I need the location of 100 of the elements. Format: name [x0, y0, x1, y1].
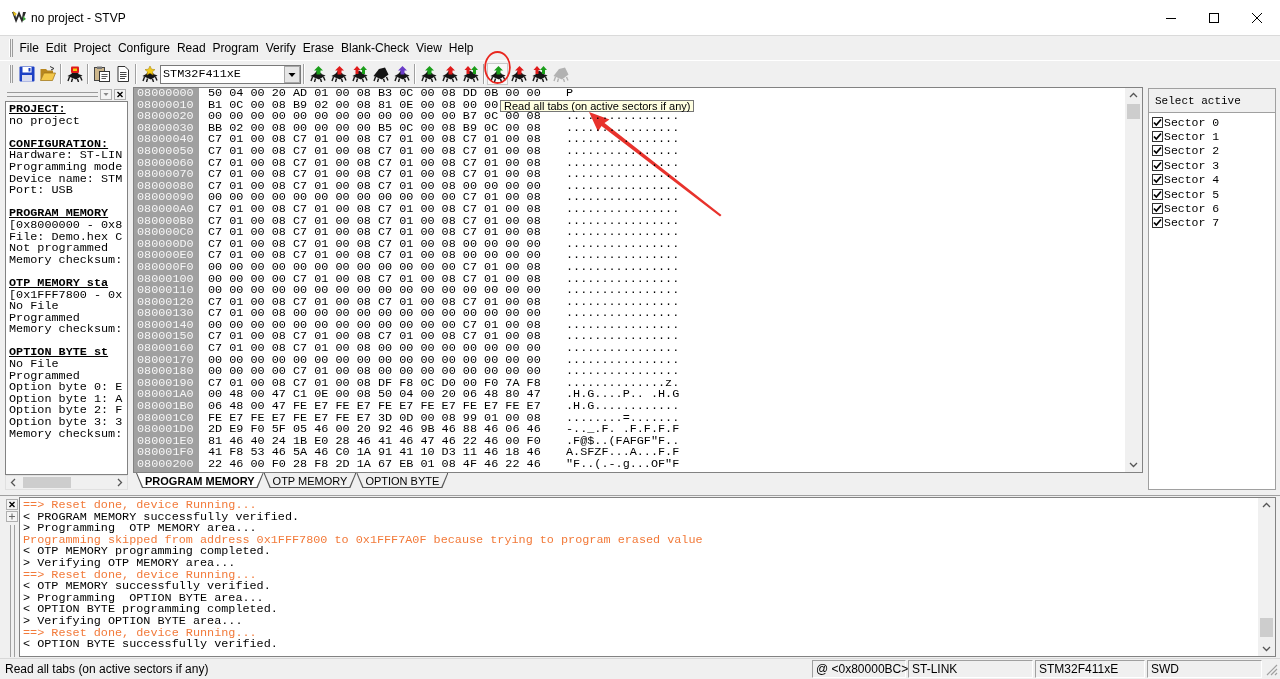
info-line: no project — [9, 115, 81, 128]
memory-address: 080000B0 — [137, 215, 194, 228]
hex-bytes: C7 01 00 08 C7 01 00 08 C7 01 00 08 C7 01 00 08 — [208, 145, 541, 158]
toolbar-button[interactable] — [508, 63, 529, 85]
memory-address: 08000060 — [137, 157, 194, 170]
scroll-thumb[interactable] — [1260, 618, 1273, 637]
hex-bytes: FE E7 FE E7 FE E7 FE E7 3D 0D 00 08 99 01 00 08 — [208, 412, 541, 425]
menu-item[interactable]: Erase — [299, 40, 338, 56]
drag-handle[interactable] — [9, 39, 13, 57]
memory-address: 08000020 — [137, 111, 194, 123]
ascii-text: ................ — [566, 145, 680, 158]
toolbar-button[interactable] — [460, 63, 481, 85]
toolbar-button[interactable] — [307, 63, 328, 85]
menu-item[interactable]: Configure — [114, 40, 174, 56]
menu-item[interactable]: Read — [173, 40, 210, 56]
hex-bytes: BB 02 00 08 00 00 00 00 B5 0C 00 08 B9 0C 00 08 — [208, 122, 541, 135]
info-line: Programming mode — [9, 161, 124, 174]
hex-bytes: C7 01 00 08 C7 01 00 08 C7 01 00 08 C7 01 00 08 — [208, 157, 541, 170]
checkbox[interactable] — [1152, 188, 1163, 200]
chip-arrow-icon — [393, 66, 410, 82]
status-field: ST-LINK — [908, 660, 1033, 678]
hex-bytes: 00 00 00 00 00 00 00 00 00 00 00 00 00 00 00 00 — [208, 285, 541, 297]
chip-arrow-icon — [309, 66, 326, 82]
memory-address: 08000080 — [137, 180, 194, 193]
menu-item[interactable]: Blank-Check — [337, 40, 413, 56]
memory-address: 080000F0 — [137, 261, 194, 274]
sector-label: Sector 6 — [1164, 202, 1220, 216]
ascii-text: ..............z. — [566, 377, 680, 390]
menu-item[interactable]: Program — [209, 40, 263, 56]
info-line: No File — [9, 301, 59, 313]
sector-label: Sector 1 — [1164, 130, 1220, 144]
folder-icon — [39, 66, 56, 82]
memory-address: 08000200 — [137, 459, 194, 471]
checkbox[interactable] — [1152, 131, 1163, 143]
hex-bytes: C7 01 00 08 C7 01 00 08 C7 01 00 08 C7 01 00 08 — [208, 169, 541, 181]
checkbox[interactable] — [1152, 203, 1163, 215]
tab[interactable]: OPTION BYTE — [356, 473, 449, 488]
horizontal-scrollbar[interactable] — [5, 475, 128, 490]
info-line: Option byte 1: A — [9, 393, 124, 406]
drag-handle[interactable] — [7, 91, 98, 97]
clipboard-icon — [93, 66, 110, 82]
toolbar-button[interactable] — [391, 63, 412, 85]
scroll-thumb[interactable] — [23, 477, 71, 488]
ascii-text: -.._.F. .F.F.F.F — [566, 424, 680, 436]
ascii-text: ................ — [566, 238, 680, 251]
hex-bytes: 50 04 00 20 AD 01 00 08 B3 0C 00 08 DD 0B 00 00 — [208, 88, 541, 100]
memory-address: 08000190 — [137, 377, 194, 390]
checkbox[interactable] — [1152, 116, 1163, 128]
tab[interactable]: OTP MEMORY — [263, 473, 357, 488]
log-line: ==> Reset done, device Running... — [23, 500, 258, 512]
log-line: > Verifying OPTION BYTE area... — [23, 615, 243, 628]
toolbar-button[interactable] — [328, 63, 349, 85]
checkbox[interactable] — [1152, 174, 1163, 186]
hex-bytes: 00 00 00 00 00 00 00 00 00 00 00 00 C7 01 00 08 — [208, 192, 541, 204]
toolbar-button[interactable] — [529, 63, 550, 85]
memory-address: 08000180 — [137, 366, 194, 378]
hex-bytes: C7 01 00 08 C7 01 00 08 DF F8 0C D0 00 F0 7A F8 — [208, 377, 541, 390]
close-icon[interactable] — [114, 88, 126, 100]
menu-item[interactable]: Edit — [42, 40, 71, 56]
tab[interactable]: PROGRAM MEMORY — [136, 473, 264, 488]
status-field: STM32F411xE — [1035, 660, 1145, 678]
chip-star-icon — [141, 66, 158, 82]
scroll-thumb[interactable] — [1127, 104, 1140, 119]
hex-bytes: C7 01 00 08 C7 01 00 08 C7 01 00 08 C7 01 00 08 — [208, 134, 541, 146]
document-icon — [114, 66, 131, 82]
menu-item[interactable]: Help — [445, 40, 477, 56]
info-line: Port: USB — [9, 185, 74, 197]
drag-handle[interactable] — [9, 65, 13, 83]
menu-item[interactable]: Verify — [262, 40, 300, 56]
close-icon[interactable] — [6, 499, 18, 510]
checkbox[interactable] — [1152, 159, 1163, 171]
memory-address: 08000120 — [137, 296, 194, 309]
checkbox[interactable] — [1152, 217, 1163, 229]
toolbar-button[interactable] — [139, 63, 160, 85]
hex-bytes: 00 00 00 00 C7 01 00 08 C7 01 00 08 C7 01 00 08 — [208, 273, 541, 286]
ascii-text: ................ — [566, 319, 680, 332]
sector-label: Sector 0 — [1164, 115, 1220, 129]
toolbar-button[interactable] — [439, 63, 460, 85]
hex-bytes: C7 01 00 08 C7 01 00 08 C7 01 00 08 C7 01 00 08 — [208, 331, 541, 344]
vertical-scrollbar[interactable] — [1258, 498, 1275, 656]
ascii-text: ................ — [566, 122, 680, 135]
toolbar-button[interactable] — [418, 63, 439, 85]
plus-icon[interactable] — [6, 511, 18, 522]
ascii-text: .H.G............ — [566, 401, 680, 413]
memory-address: 08000170 — [137, 354, 194, 367]
hex-bytes: 00 00 00 00 00 00 00 00 00 00 00 00 C7 01 00 08 — [208, 319, 541, 332]
info-line: No File — [9, 359, 59, 371]
toolbar-button[interactable] — [349, 63, 370, 85]
menu-item[interactable]: File — [16, 40, 43, 56]
memory-address: 080000A0 — [137, 203, 194, 216]
menu-item[interactable]: View — [412, 40, 446, 56]
memory-address: 080000E0 — [137, 250, 194, 262]
log-line: ==> Reset done, device Running... — [23, 569, 257, 582]
info-line: [0x8000000 - 0x8 — [9, 219, 124, 232]
checkbox[interactable] — [1152, 145, 1163, 157]
resize-grip-icon[interactable] — [1264, 662, 1278, 676]
log-line: < PROGRAM MEMORY successfully verified. — [23, 511, 301, 524]
menu-item[interactable]: Project — [70, 40, 115, 56]
device-combobox[interactable]: STM32F411xE — [160, 64, 301, 84]
sector-label: Sector 7 — [1164, 216, 1220, 230]
